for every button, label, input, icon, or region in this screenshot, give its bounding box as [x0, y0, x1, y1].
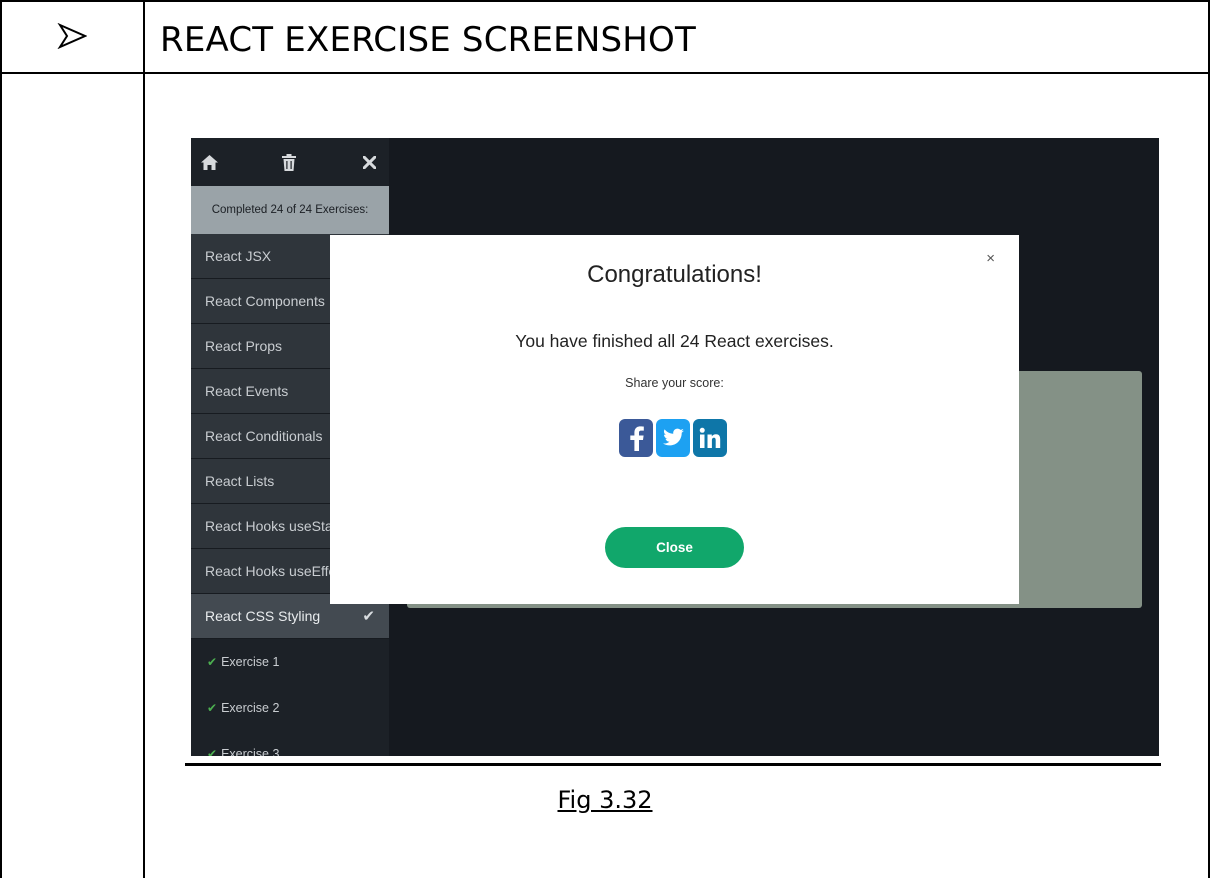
sidebar-item-label: React Props — [205, 338, 283, 354]
table-border-left — [0, 0, 2, 878]
congratulations-modal: × Congratulations! You have finished all… — [330, 235, 1019, 604]
exercise-link-2[interactable]: ✔ Exercise 2 — [191, 685, 389, 731]
completion-status: Completed 24 of 24 Exercises: — [191, 186, 389, 234]
table-divider-column — [143, 0, 145, 878]
modal-message: You have finished all 24 React exercises… — [515, 331, 834, 351]
react-exercise-screenshot: Completed 24 of 24 Exercises: React JSX … — [191, 138, 1159, 756]
sidebar-item-label: React Components — [205, 293, 325, 309]
check-icon: ✔ — [207, 701, 218, 715]
caption-rule — [185, 763, 1161, 766]
sidebar-item-label: React Hooks useEffect — [205, 563, 348, 579]
check-icon: ✔ — [207, 655, 218, 669]
table-divider-row — [0, 72, 1210, 74]
document-heading: REACT EXERCISE SCREENSHOT — [160, 20, 696, 60]
table-border-top — [0, 0, 1210, 2]
facebook-icon[interactable] — [619, 419, 653, 457]
home-icon[interactable] — [199, 152, 219, 172]
exercise-label: Exercise 3 — [221, 747, 280, 756]
close-button[interactable]: Close — [605, 527, 744, 568]
sidebar-item-label: React JSX — [205, 248, 272, 264]
check-icon: ✔ — [207, 747, 218, 756]
sidebar-item-label: React Events — [205, 383, 289, 399]
sidebar-item-label: React Lists — [205, 473, 275, 489]
close-icon[interactable] — [359, 152, 379, 172]
exercise-label: Exercise 2 — [221, 701, 280, 715]
sidebar-item-label: React CSS Styling — [205, 608, 321, 624]
trash-icon[interactable] — [279, 152, 299, 172]
sidebar-item-label: React Hooks useState — [205, 518, 345, 534]
arrow-bullet-cell — [0, 0, 144, 72]
sidebar-item-label: React Conditionals — [205, 428, 323, 444]
linkedin-icon[interactable] — [693, 419, 727, 457]
exercise-link-1[interactable]: ✔ Exercise 1 — [191, 639, 389, 685]
figure-caption: Fig 3.32 — [557, 786, 653, 814]
twitter-icon[interactable] — [656, 419, 690, 457]
modal-title: Congratulations! — [587, 261, 762, 288]
exercise-label: Exercise 1 — [221, 655, 280, 669]
exercise-link-3[interactable]: ✔ Exercise 3 — [191, 731, 389, 756]
social-share-buttons — [619, 419, 727, 457]
sidebar-toolbar — [191, 138, 389, 186]
share-label: Share your score: — [625, 376, 724, 390]
arrow-bullet-icon — [57, 23, 87, 49]
